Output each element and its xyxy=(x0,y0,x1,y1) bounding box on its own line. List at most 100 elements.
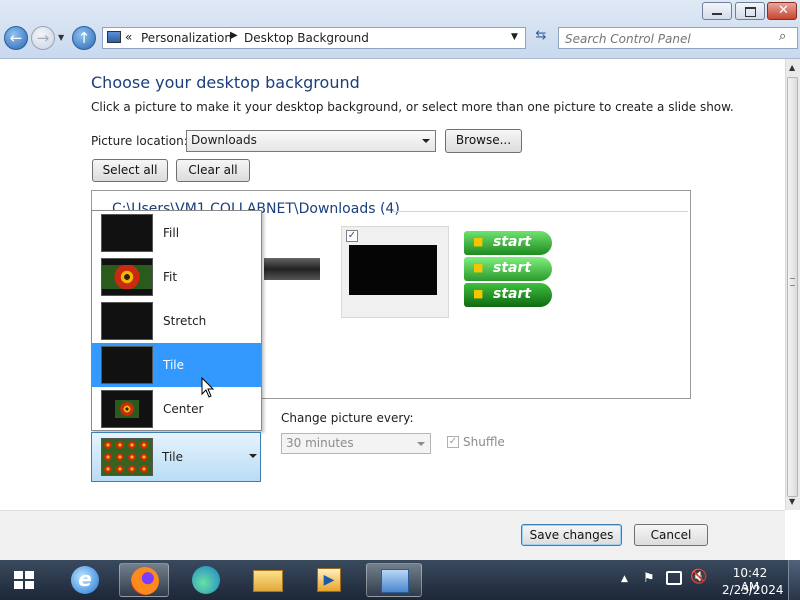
start-label: start xyxy=(493,260,532,276)
taskbar-edge[interactable] xyxy=(181,563,231,597)
windows-logo-icon: ■ xyxy=(473,261,484,274)
control-panel-icon xyxy=(381,569,409,593)
taskbar-control-panel[interactable] xyxy=(366,563,422,597)
minimize-icon xyxy=(712,13,722,15)
start-button-image: ■ start xyxy=(464,257,552,281)
chevron-down-icon xyxy=(249,454,257,458)
select-all-button[interactable]: Select all xyxy=(92,159,168,182)
page-description: Click a picture to make it your desktop … xyxy=(91,100,734,114)
restore-button[interactable] xyxy=(735,2,765,20)
clear-all-button[interactable]: Clear all xyxy=(176,159,250,182)
thumbnail-dark-bar[interactable] xyxy=(264,258,320,280)
group-divider xyxy=(392,211,688,212)
folder-icon xyxy=(253,570,283,592)
control-panel-icon xyxy=(107,31,121,43)
network-icon[interactable] xyxy=(666,571,682,585)
chevron-down-icon xyxy=(422,139,430,143)
restore-icon xyxy=(745,7,756,17)
forward-arrow-icon: → xyxy=(36,29,50,47)
scroll-down-icon[interactable]: ▼ xyxy=(789,497,795,506)
position-option-label: Stretch xyxy=(163,314,207,328)
thumbnail-checkbox[interactable]: ✓ xyxy=(346,230,358,242)
center-preview-icon xyxy=(101,390,153,428)
save-changes-button[interactable]: Save changes xyxy=(521,524,622,546)
start-button-image: ■ start xyxy=(464,231,552,255)
show-desktop-button[interactable] xyxy=(788,560,800,600)
internet-explorer-icon: e xyxy=(71,566,99,594)
picture-position-dropdown[interactable]: Tile xyxy=(91,432,261,482)
close-button[interactable]: ✕ xyxy=(767,2,797,20)
taskbar-file-explorer[interactable] xyxy=(243,563,293,597)
tile-preview-icon xyxy=(101,346,153,384)
position-option-stretch[interactable]: Stretch xyxy=(92,299,261,343)
picture-location-value: Downloads xyxy=(191,133,257,147)
position-option-label: Fit xyxy=(163,270,178,284)
chevron-down-icon xyxy=(417,442,425,446)
fit-preview-icon xyxy=(101,258,153,296)
interval-value: 30 minutes xyxy=(286,436,354,450)
close-icon: ✕ xyxy=(778,3,789,18)
thumbnail-black-image[interactable]: ✓ xyxy=(341,226,449,318)
up-button[interactable]: ↑ xyxy=(72,26,96,50)
position-option-center[interactable]: Center xyxy=(92,387,261,431)
thumbnail-image xyxy=(349,245,437,295)
thumbnail-start-buttons[interactable]: ■ start ■ start ■ start xyxy=(464,231,554,311)
windows-logo-icon xyxy=(14,571,34,589)
start-label: start xyxy=(493,286,532,302)
browse-button[interactable]: Browse... xyxy=(445,129,522,153)
start-button[interactable] xyxy=(4,563,44,597)
show-hidden-icons-button[interactable]: ▲ xyxy=(621,574,628,584)
recent-pages-dropdown[interactable]: ▼ xyxy=(58,33,64,42)
up-arrow-icon: ↑ xyxy=(77,29,91,47)
picture-location-label: Picture location: xyxy=(91,134,188,148)
volume-muted-icon[interactable]: 🔇 xyxy=(690,569,707,585)
back-button[interactable]: ← xyxy=(4,26,28,50)
breadcrumb-overflow[interactable]: « xyxy=(125,30,132,44)
start-button-image: ■ start xyxy=(464,283,552,307)
media-player-icon: ▶ xyxy=(317,568,341,592)
taskbar-internet-explorer[interactable]: e xyxy=(60,563,110,597)
page-title: Choose your desktop background xyxy=(91,73,360,92)
windows-logo-icon: ■ xyxy=(473,287,484,300)
position-option-fit[interactable]: Fit xyxy=(92,255,261,299)
breadcrumb-personalization[interactable]: Personalization xyxy=(141,31,232,45)
address-bar[interactable]: « Personalization ▶ Desktop Background ▼ xyxy=(102,27,526,49)
position-option-label: Tile xyxy=(163,358,185,372)
scrollbar-grip-icon xyxy=(790,278,795,286)
search-input[interactable] xyxy=(563,29,772,49)
shuffle-label: Shuffle xyxy=(463,435,505,449)
minimize-button[interactable] xyxy=(702,2,732,20)
refresh-button[interactable]: ⇆ xyxy=(530,28,552,48)
position-option-tile[interactable]: Tile xyxy=(92,343,261,387)
clock-date[interactable]: 2/23/2024 xyxy=(722,583,784,597)
breadcrumb-desktop-background[interactable]: Desktop Background xyxy=(244,31,369,45)
action-center-flag-icon[interactable]: ⚑ xyxy=(643,571,655,586)
start-label: start xyxy=(493,234,532,250)
fill-preview-icon xyxy=(101,214,153,252)
interval-dropdown[interactable]: 30 minutes xyxy=(281,433,431,454)
search-icon[interactable]: ⌕ xyxy=(779,29,786,44)
taskbar-firefox[interactable] xyxy=(119,563,169,597)
position-option-label: Center xyxy=(163,402,204,416)
scrollbar-thumb[interactable] xyxy=(787,77,798,497)
search-box[interactable]: ⌕ xyxy=(558,27,798,49)
edge-icon xyxy=(192,566,220,594)
picture-position-menu[interactable]: Fill Fit Stretch Tile Center xyxy=(91,210,262,431)
back-arrow-icon: ← xyxy=(9,29,23,47)
scroll-up-icon[interactable]: ▲ xyxy=(789,63,795,72)
forward-button[interactable]: → xyxy=(31,26,55,50)
breadcrumb-separator-icon[interactable]: ▶ xyxy=(230,30,238,41)
taskbar-media-player[interactable]: ▶ xyxy=(304,563,354,597)
position-option-fill[interactable]: Fill xyxy=(92,211,261,255)
refresh-icon: ⇆ xyxy=(535,28,547,43)
stretch-preview-icon xyxy=(101,302,153,340)
picture-position-value: Tile xyxy=(162,450,184,464)
change-picture-label: Change picture every: xyxy=(281,411,414,425)
windows-logo-icon: ■ xyxy=(473,235,484,248)
cancel-button[interactable]: Cancel xyxy=(634,524,708,546)
position-option-label: Fill xyxy=(163,226,180,240)
vertical-scrollbar[interactable]: ▲ ▼ xyxy=(785,59,800,510)
shuffle-checkbox[interactable]: ✓ xyxy=(447,436,459,448)
address-dropdown-icon[interactable]: ▼ xyxy=(511,32,518,42)
picture-location-dropdown[interactable]: Downloads xyxy=(186,130,436,152)
